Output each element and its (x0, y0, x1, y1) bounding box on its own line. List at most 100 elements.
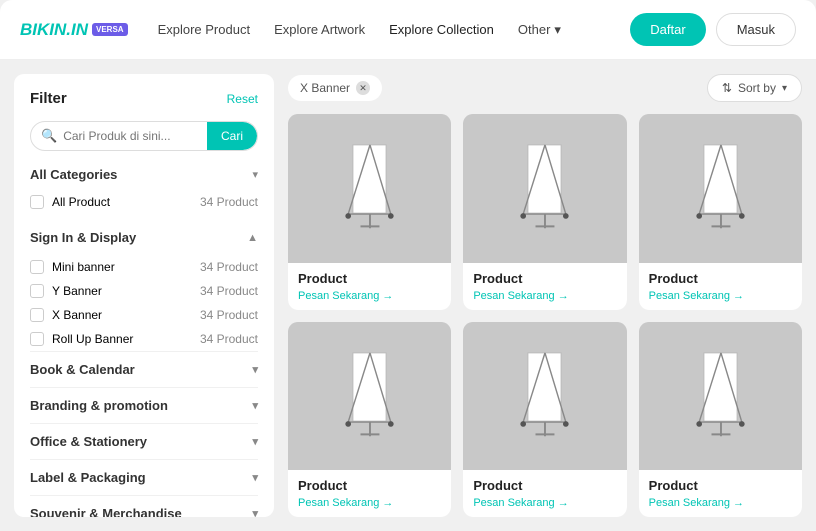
main-toolbar: X Banner ✕ ⇅ Sort by ▾ (288, 74, 802, 102)
sign-display-label: Sign In & Display (30, 230, 136, 245)
product-card: Product Pesan Sekarang → (288, 322, 451, 518)
xbanner-illustration (517, 143, 572, 233)
xbanner-illustration (342, 143, 397, 233)
product-info: Product Pesan Sekarang → (463, 263, 626, 310)
chevron-icon: ▾ (252, 471, 258, 484)
product-name: Product (649, 478, 792, 493)
sidebar-title: Filter (30, 90, 67, 107)
list-item: Mini banner 34 Product (30, 255, 258, 279)
product-name: Product (473, 478, 616, 493)
label-section: Label & Packaging ▾ (30, 459, 258, 495)
product-info: Product Pesan Sekarang → (288, 263, 451, 310)
product-image (463, 114, 626, 263)
product-name: Product (649, 271, 792, 286)
office-section: Office & Stationery ▾ (30, 423, 258, 459)
logo: BIKIN.IN VERSA (20, 20, 128, 40)
product-info: Product Pesan Sekarang → (288, 470, 451, 517)
product-name: Product (473, 271, 616, 286)
category-all-product: All Product 34 Product (30, 190, 258, 214)
checkbox-y-banner[interactable] (30, 284, 44, 298)
product-grid: Product Pesan Sekarang → (288, 114, 802, 517)
nav-explore-collection[interactable]: Explore Collection (389, 22, 494, 38)
search-button[interactable]: Cari (207, 122, 257, 150)
item-label: Roll Up Banner (52, 332, 133, 346)
filter-close-button[interactable]: ✕ (356, 81, 370, 95)
product-cta[interactable]: Pesan Sekarang → (473, 290, 616, 302)
list-item: Roll Up Banner 34 Product (30, 327, 258, 351)
product-cta[interactable]: Pesan Sekarang → (473, 497, 616, 509)
item-label: X Banner (52, 308, 102, 322)
sign-display-section: Sign In & Display ▲ Mini banner 34 Produ… (30, 224, 258, 351)
souvenir-header[interactable]: Souvenir & Merchandise ▾ (30, 496, 258, 517)
book-calendar-section: Book & Calendar ▾ (30, 351, 258, 387)
item-count: 34 Product (200, 260, 258, 274)
product-image (463, 322, 626, 471)
product-card: Product Pesan Sekarang → (639, 322, 802, 518)
product-name: Product (298, 271, 441, 286)
checkbox-x-banner[interactable] (30, 308, 44, 322)
daftar-button[interactable]: Daftar (630, 13, 705, 46)
active-filter-label: X Banner (300, 81, 350, 95)
label-header[interactable]: Label & Packaging ▾ (30, 460, 258, 495)
all-categories-header[interactable]: All Categories ▾ (30, 167, 258, 182)
category-label: All Product (52, 195, 110, 209)
search-inner: 🔍 (31, 128, 207, 144)
checkbox-all-product[interactable] (30, 195, 44, 209)
active-filter-tag: X Banner ✕ (288, 75, 382, 101)
all-categories-section: All Categories ▾ All Product 34 Product (30, 167, 258, 214)
chevron-icon: ▾ (252, 435, 258, 448)
product-cta[interactable]: Pesan Sekarang → (298, 497, 441, 509)
product-image (639, 322, 802, 471)
masuk-button[interactable]: Masuk (716, 13, 796, 46)
logo-sub: VERSA (92, 23, 128, 36)
header: BIKIN.IN VERSA Explore Product Explore A… (0, 0, 816, 60)
sort-icon: ⇅ (722, 81, 732, 95)
product-cta[interactable]: Pesan Sekarang → (649, 497, 792, 509)
checkbox-rollup-banner[interactable] (30, 332, 44, 346)
main-area: X Banner ✕ ⇅ Sort by ▾ (288, 74, 802, 517)
item-count: 34 Product (200, 332, 258, 346)
section-label: Office & Stationery (30, 434, 147, 449)
item-label: Y Banner (52, 284, 102, 298)
product-image (288, 322, 451, 471)
section-label: Book & Calendar (30, 362, 135, 377)
product-card: Product Pesan Sekarang → (463, 114, 626, 310)
product-image (288, 114, 451, 263)
all-categories-label: All Categories (30, 167, 117, 182)
reset-link[interactable]: Reset (227, 92, 258, 106)
product-cta[interactable]: Pesan Sekarang → (298, 290, 441, 302)
product-cta[interactable]: Pesan Sekarang → (649, 290, 792, 302)
sign-display-header[interactable]: Sign In & Display ▲ (30, 224, 258, 251)
search-icon: 🔍 (41, 128, 57, 144)
xbanner-illustration (693, 351, 748, 441)
item-count: 34 Product (200, 284, 258, 298)
branding-section: Branding & promotion ▾ (30, 387, 258, 423)
book-calendar-header[interactable]: Book & Calendar ▾ (30, 352, 258, 387)
section-label: Label & Packaging (30, 470, 146, 485)
sidebar-header: Filter Reset (30, 90, 258, 107)
item-count: 34 Product (200, 308, 258, 322)
sort-dropdown[interactable]: ⇅ Sort by ▾ (707, 74, 802, 102)
search-input[interactable] (63, 129, 197, 143)
header-buttons: Daftar Masuk (630, 13, 796, 46)
souvenir-section: Souvenir & Merchandise ▾ (30, 495, 258, 517)
nav-explore-artwork[interactable]: Explore Artwork (274, 22, 365, 38)
office-header[interactable]: Office & Stationery ▾ (30, 424, 258, 459)
nav-links: Explore Product Explore Artwork Explore … (158, 22, 631, 38)
product-info: Product Pesan Sekarang → (463, 470, 626, 517)
nav-explore-product[interactable]: Explore Product (158, 22, 251, 38)
xbanner-illustration (693, 143, 748, 233)
xbanner-illustration (517, 351, 572, 441)
product-card: Product Pesan Sekarang → (463, 322, 626, 518)
all-categories-chevron: ▾ (252, 168, 258, 181)
logo-text: BIKIN.IN (20, 20, 88, 40)
list-item: Y Banner 34 Product (30, 279, 258, 303)
sign-display-chevron: ▲ (247, 232, 258, 244)
section-label: Souvenir & Merchandise (30, 506, 182, 517)
branding-header[interactable]: Branding & promotion ▾ (30, 388, 258, 423)
sidebar: Filter Reset 🔍 Cari All Categories ▾ (14, 74, 274, 517)
product-image (639, 114, 802, 263)
nav-other-dropdown[interactable]: Other ▾ (518, 22, 561, 38)
checkbox-mini-banner[interactable] (30, 260, 44, 274)
sort-label: Sort by (738, 81, 776, 95)
